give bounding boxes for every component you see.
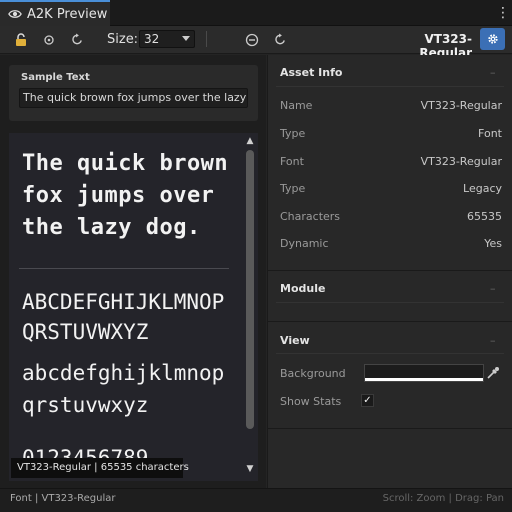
scroll-up-arrow-icon[interactable]: ▲ bbox=[246, 136, 254, 146]
preview-divider bbox=[19, 268, 229, 269]
settings-button[interactable] bbox=[480, 28, 505, 50]
info-value-name: VT323-Regular bbox=[420, 99, 502, 112]
sample-text-label: Sample Text bbox=[21, 72, 90, 83]
preview-lowercase: abcdefghijklmnop qrstuvwxyz bbox=[22, 361, 225, 417]
show-stats-checkbox[interactable]: ✓ bbox=[361, 394, 374, 407]
info-label-font: Font bbox=[280, 155, 304, 168]
size-value: 32 bbox=[144, 32, 160, 46]
chevron-down-icon bbox=[182, 36, 190, 41]
stats-overlay: VT323-Regular | 65535 characters bbox=[11, 458, 189, 478]
info-label-font-type: Type bbox=[280, 182, 306, 195]
background-label: Background bbox=[280, 367, 346, 380]
tab-a2k-preview[interactable]: A2K Preview bbox=[0, 0, 110, 26]
info-value-font: VT323-Regular bbox=[420, 155, 502, 168]
more-options-icon[interactable]: ⋮ bbox=[496, 4, 510, 22]
gear-icon bbox=[487, 34, 498, 44]
preview-uppercase: ABCDEFGHIJKLMNOP QRSTUVWXYZ bbox=[22, 290, 225, 344]
info-label-dynamic: Dynamic bbox=[280, 237, 329, 250]
status-font-info: Font | VT323-Regular bbox=[10, 493, 116, 504]
info-value-characters: 65535 bbox=[467, 210, 502, 223]
info-label-name: Name bbox=[280, 99, 313, 112]
show-stats-label: Show Stats bbox=[280, 395, 342, 408]
info-label-characters: Characters bbox=[280, 210, 341, 223]
toolbar-divider bbox=[206, 31, 207, 47]
asset-info-header[interactable]: Asset Info bbox=[280, 66, 342, 79]
eye-icon bbox=[8, 10, 22, 18]
section-divider bbox=[276, 86, 504, 87]
color-alpha-bar bbox=[365, 378, 483, 381]
inspector-panel bbox=[267, 55, 512, 488]
tab-title: A2K Preview bbox=[27, 6, 108, 22]
reset-icon[interactable] bbox=[269, 29, 291, 51]
section-divider bbox=[268, 428, 512, 429]
section-divider bbox=[276, 353, 504, 354]
section-divider bbox=[268, 270, 512, 271]
font-preview-area[interactable]: The quick brown fox jumps over the lazy … bbox=[9, 133, 258, 481]
unlock-icon[interactable] bbox=[10, 29, 32, 51]
scrollbar-thumb[interactable] bbox=[246, 150, 254, 429]
minus-circle-icon[interactable] bbox=[241, 29, 263, 51]
scroll-down-arrow-icon[interactable]: ▼ bbox=[246, 464, 254, 474]
circle-icon[interactable] bbox=[38, 29, 60, 51]
size-label: Size: bbox=[107, 32, 139, 47]
eyedropper-icon[interactable] bbox=[484, 364, 502, 382]
info-value-type: Font bbox=[478, 127, 502, 140]
view-collapse-icon[interactable]: – bbox=[490, 334, 496, 347]
sample-text-input[interactable]: The quick brown fox jumps over the lazy … bbox=[19, 88, 248, 108]
module-header[interactable]: Module bbox=[280, 282, 325, 295]
section-divider bbox=[276, 302, 504, 303]
refresh-icon[interactable] bbox=[66, 29, 88, 51]
info-value-dynamic: Yes bbox=[484, 237, 502, 250]
background-color-field[interactable] bbox=[364, 364, 484, 382]
size-dropdown[interactable]: 32 bbox=[139, 30, 195, 48]
status-hint: Scroll: Zoom | Drag: Pan bbox=[382, 493, 504, 504]
asset-info-collapse-icon[interactable]: – bbox=[490, 66, 496, 79]
info-label-type: Type bbox=[280, 127, 306, 140]
module-collapse-icon[interactable]: – bbox=[490, 282, 496, 295]
section-divider bbox=[268, 321, 512, 322]
info-value-font-type: Legacy bbox=[463, 182, 502, 195]
view-header[interactable]: View bbox=[280, 334, 310, 347]
preview-sentence: The quick brown fox jumps over the lazy … bbox=[22, 151, 229, 240]
